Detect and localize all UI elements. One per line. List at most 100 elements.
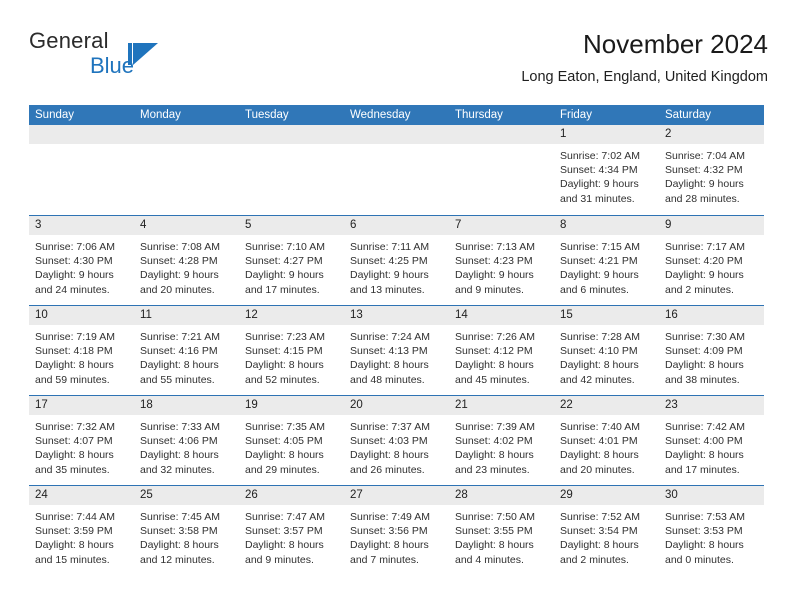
sunrise-text: Sunrise: 7:28 AM xyxy=(560,331,640,343)
day-sun-info: Sunrise: 7:23 AM Sunset: 4:15 PM Daylight:… xyxy=(239,325,344,387)
sunrise-text: Sunrise: 7:44 AM xyxy=(35,511,115,523)
sunset-text: Sunset: 4:15 PM xyxy=(245,345,323,358)
day-sun-info: Sunrise: 7:30 AM Sunset: 4:09 PM Daylight:… xyxy=(659,325,764,387)
calendar-day-cell[interactable]: 29 Sunrise: 7:52 AM Sunset: 3:54 PM Dayligh… xyxy=(554,486,659,575)
calendar-day-cell[interactable]: 7 Sunrise: 7:13 AM Sunset: 4:23 PM Daylight… xyxy=(449,216,554,305)
day-number: 26 xyxy=(239,486,344,505)
calendar-day-cell[interactable]: 9 Sunrise: 7:17 AM Sunset: 4:20 PM Daylight… xyxy=(659,216,764,305)
sunrise-text: Sunrise: 7:30 AM xyxy=(665,331,745,343)
calendar-day-cell[interactable]: 25 Sunrise: 7:45 AM Sunset: 3:58 PM Dayligh… xyxy=(134,486,239,575)
sunrise-text: Sunrise: 7:23 AM xyxy=(245,331,325,343)
calendar-day-cell-empty xyxy=(344,125,449,215)
day-number: 17 xyxy=(29,396,134,415)
daylight-text: Daylight: 8 hours and 52 minutes. xyxy=(245,359,324,386)
sunset-text: Sunset: 3:54 PM xyxy=(560,525,638,538)
day-sun-info: Sunrise: 7:28 AM Sunset: 4:10 PM Daylight:… xyxy=(554,325,659,387)
calendar-day-cell[interactable]: 15 Sunrise: 7:28 AM Sunset: 4:10 PM Dayligh… xyxy=(554,306,659,395)
day-number: 16 xyxy=(659,306,764,325)
calendar-day-cell[interactable]: 16 Sunrise: 7:30 AM Sunset: 4:09 PM Dayligh… xyxy=(659,306,764,395)
brand-name-general: General xyxy=(29,28,109,53)
calendar-day-cell[interactable]: 17 Sunrise: 7:32 AM Sunset: 4:07 PM Dayligh… xyxy=(29,396,134,485)
sunset-text: Sunset: 4:07 PM xyxy=(35,435,113,448)
calendar-day-cell[interactable]: 30 Sunrise: 7:53 AM Sunset: 3:53 PM Dayligh… xyxy=(659,486,764,575)
daylight-text: Daylight: 9 hours and 24 minutes. xyxy=(35,269,114,296)
calendar-day-cell[interactable]: 20 Sunrise: 7:37 AM Sunset: 4:03 PM Dayligh… xyxy=(344,396,449,485)
sunrise-text: Sunrise: 7:33 AM xyxy=(140,421,220,433)
calendar-day-cell[interactable]: 23 Sunrise: 7:42 AM Sunset: 4:00 PM Dayligh… xyxy=(659,396,764,485)
calendar-week-row: 17 Sunrise: 7:32 AM Sunset: 4:07 PM Dayligh… xyxy=(29,395,764,485)
calendar-day-cell[interactable]: 5 Sunrise: 7:10 AM Sunset: 4:27 PM Daylight… xyxy=(239,216,344,305)
brand-logo[interactable]: General Blue xyxy=(29,28,229,86)
sunrise-text: Sunrise: 7:04 AM xyxy=(665,150,745,162)
daylight-text: Daylight: 8 hours and 38 minutes. xyxy=(665,359,744,386)
sunset-text: Sunset: 4:00 PM xyxy=(665,435,743,448)
calendar-day-cell[interactable]: 10 Sunrise: 7:19 AM Sunset: 4:18 PM Dayligh… xyxy=(29,306,134,395)
day-number: 12 xyxy=(239,306,344,325)
calendar-day-cell[interactable]: 26 Sunrise: 7:47 AM Sunset: 3:57 PM Dayligh… xyxy=(239,486,344,575)
calendar-day-cell[interactable]: 6 Sunrise: 7:11 AM Sunset: 4:25 PM Daylight… xyxy=(344,216,449,305)
day-number xyxy=(449,125,554,144)
day-sun-info: Sunrise: 7:24 AM Sunset: 4:13 PM Daylight:… xyxy=(344,325,449,387)
calendar-day-cell[interactable]: 28 Sunrise: 7:50 AM Sunset: 3:55 PM Dayligh… xyxy=(449,486,554,575)
sunset-text: Sunset: 4:06 PM xyxy=(140,435,218,448)
daylight-text: Daylight: 8 hours and 23 minutes. xyxy=(455,449,534,476)
sunset-text: Sunset: 4:28 PM xyxy=(140,255,218,268)
day-sun-info: Sunrise: 7:35 AM Sunset: 4:05 PM Daylight:… xyxy=(239,415,344,477)
calendar-day-cell[interactable]: 2 Sunrise: 7:04 AM Sunset: 4:32 PM Daylight… xyxy=(659,125,764,215)
sunset-text: Sunset: 4:05 PM xyxy=(245,435,323,448)
calendar-day-cell[interactable]: 24 Sunrise: 7:44 AM Sunset: 3:59 PM Dayligh… xyxy=(29,486,134,575)
sunrise-text: Sunrise: 7:19 AM xyxy=(35,331,115,343)
sunset-text: Sunset: 4:16 PM xyxy=(140,345,218,358)
day-sun-info: Sunrise: 7:32 AM Sunset: 4:07 PM Daylight:… xyxy=(29,415,134,477)
sunset-text: Sunset: 4:25 PM xyxy=(350,255,428,268)
calendar-day-cell[interactable]: 19 Sunrise: 7:35 AM Sunset: 4:05 PM Dayligh… xyxy=(239,396,344,485)
day-sun-info: Sunrise: 7:53 AM Sunset: 3:53 PM Daylight:… xyxy=(659,505,764,567)
calendar-day-cell-empty xyxy=(239,125,344,215)
calendar-day-cell[interactable]: 21 Sunrise: 7:39 AM Sunset: 4:02 PM Dayligh… xyxy=(449,396,554,485)
sunrise-text: Sunrise: 7:24 AM xyxy=(350,331,430,343)
calendar-day-cell[interactable]: 1 Sunrise: 7:02 AM Sunset: 4:34 PM Daylight… xyxy=(554,125,659,215)
weekday-header-saturday: Saturday xyxy=(665,109,712,121)
day-sun-info: Sunrise: 7:11 AM Sunset: 4:25 PM Daylight:… xyxy=(344,235,449,297)
daylight-text: Daylight: 8 hours and 55 minutes. xyxy=(140,359,219,386)
sunset-text: Sunset: 3:59 PM xyxy=(35,525,113,538)
sunset-text: Sunset: 4:01 PM xyxy=(560,435,638,448)
daylight-text: Daylight: 9 hours and 31 minutes. xyxy=(560,178,639,205)
daylight-text: Daylight: 9 hours and 9 minutes. xyxy=(455,269,534,296)
day-sun-info: Sunrise: 7:52 AM Sunset: 3:54 PM Daylight:… xyxy=(554,505,659,567)
daylight-text: Daylight: 8 hours and 0 minutes. xyxy=(665,539,744,566)
calendar-day-cell[interactable]: 27 Sunrise: 7:49 AM Sunset: 3:56 PM Dayligh… xyxy=(344,486,449,575)
sunset-text: Sunset: 4:13 PM xyxy=(350,345,428,358)
sunrise-text: Sunrise: 7:53 AM xyxy=(665,511,745,523)
page-title: November 2024 xyxy=(583,29,768,59)
calendar-day-cell-empty xyxy=(134,125,239,215)
calendar-day-cell[interactable]: 14 Sunrise: 7:26 AM Sunset: 4:12 PM Dayligh… xyxy=(449,306,554,395)
calendar-week-row: 24 Sunrise: 7:44 AM Sunset: 3:59 PM Dayligh… xyxy=(29,485,764,575)
day-number: 10 xyxy=(29,306,134,325)
calendar-day-cell[interactable]: 4 Sunrise: 7:08 AM Sunset: 4:28 PM Daylight… xyxy=(134,216,239,305)
sunrise-text: Sunrise: 7:15 AM xyxy=(560,241,640,253)
daylight-text: Daylight: 8 hours and 9 minutes. xyxy=(245,539,324,566)
calendar-week-row: 3 Sunrise: 7:06 AM Sunset: 4:30 PM Daylight… xyxy=(29,215,764,305)
calendar-day-cell[interactable]: 8 Sunrise: 7:15 AM Sunset: 4:21 PM Daylight… xyxy=(554,216,659,305)
weekday-header-sunday: Sunday xyxy=(35,109,75,121)
day-number: 18 xyxy=(134,396,239,415)
calendar-day-cell[interactable]: 13 Sunrise: 7:24 AM Sunset: 4:13 PM Dayligh… xyxy=(344,306,449,395)
day-number: 1 xyxy=(554,125,659,144)
day-number: 20 xyxy=(344,396,449,415)
daylight-text: Daylight: 8 hours and 17 minutes. xyxy=(665,449,744,476)
sunset-text: Sunset: 4:12 PM xyxy=(455,345,533,358)
day-sun-info: Sunrise: 7:42 AM Sunset: 4:00 PM Daylight:… xyxy=(659,415,764,477)
sunrise-text: Sunrise: 7:10 AM xyxy=(245,241,325,253)
day-number: 2 xyxy=(659,125,764,144)
daylight-text: Daylight: 8 hours and 15 minutes. xyxy=(35,539,114,566)
sunset-text: Sunset: 4:09 PM xyxy=(665,345,743,358)
calendar-day-cell[interactable]: 18 Sunrise: 7:33 AM Sunset: 4:06 PM Dayligh… xyxy=(134,396,239,485)
calendar-day-cell[interactable]: 11 Sunrise: 7:21 AM Sunset: 4:16 PM Dayligh… xyxy=(134,306,239,395)
day-number: 7 xyxy=(449,216,554,235)
calendar-day-cell[interactable]: 3 Sunrise: 7:06 AM Sunset: 4:30 PM Daylight… xyxy=(29,216,134,305)
calendar-day-cell[interactable]: 22 Sunrise: 7:40 AM Sunset: 4:01 PM Dayligh… xyxy=(554,396,659,485)
calendar-day-cell[interactable]: 12 Sunrise: 7:23 AM Sunset: 4:15 PM Dayligh… xyxy=(239,306,344,395)
daylight-text: Daylight: 9 hours and 2 minutes. xyxy=(665,269,744,296)
calendar-week-row: 1 Sunrise: 7:02 AM Sunset: 4:34 PM Daylight… xyxy=(29,125,764,215)
